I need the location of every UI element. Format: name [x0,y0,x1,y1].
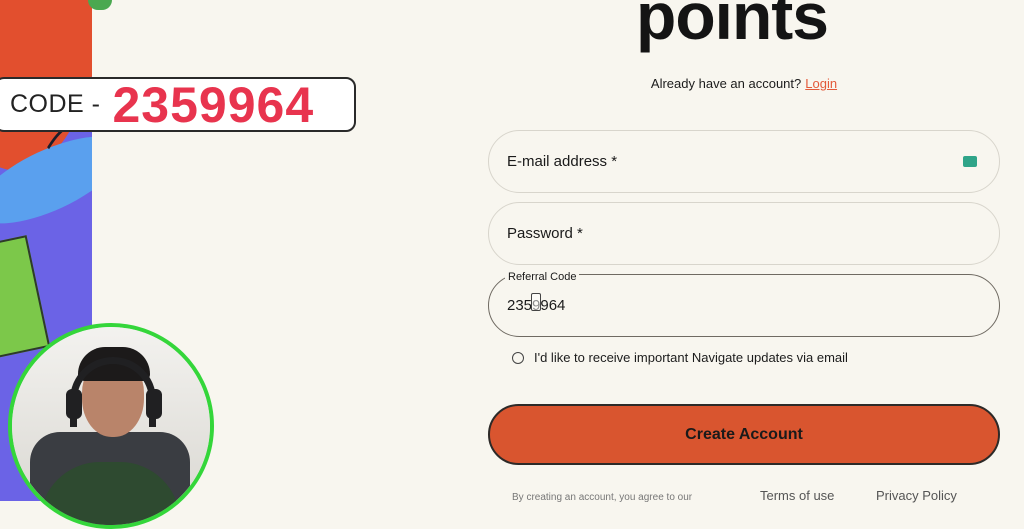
referral-code-label: Referral Code [505,271,580,283]
login-link[interactable]: Login [805,76,837,91]
updates-checkbox[interactable] [512,351,524,364]
referral-code-field[interactable]: Referral Code 2359964 [488,271,1000,337]
brand-title: points [636,0,829,53]
footer-agreement-text: By creating an account, you agree to our [512,492,693,503]
create-account-button[interactable]: Create Account [488,404,1000,465]
password-label: Password * [507,225,583,242]
headphone-cup [146,389,162,419]
login-question: Already have an account? [650,76,802,91]
email-field[interactable]: E-mail address * [488,130,1000,193]
code-banner-label: CODE - [10,90,101,118]
headphone-cup [66,389,82,419]
updates-checkbox-label: I'd like to receive important Navigate u… [534,350,848,365]
autofill-icon[interactable] [963,156,977,167]
password-field[interactable]: Password * [488,202,1000,265]
text-cursor-icon [531,293,541,311]
email-label: E-mail address * [507,153,618,170]
updates-opt-in[interactable]: I'd like to receive important Navigate u… [512,350,848,365]
login-prompt: Already have an account? Login [0,76,1024,91]
webcam-overlay [8,323,214,529]
